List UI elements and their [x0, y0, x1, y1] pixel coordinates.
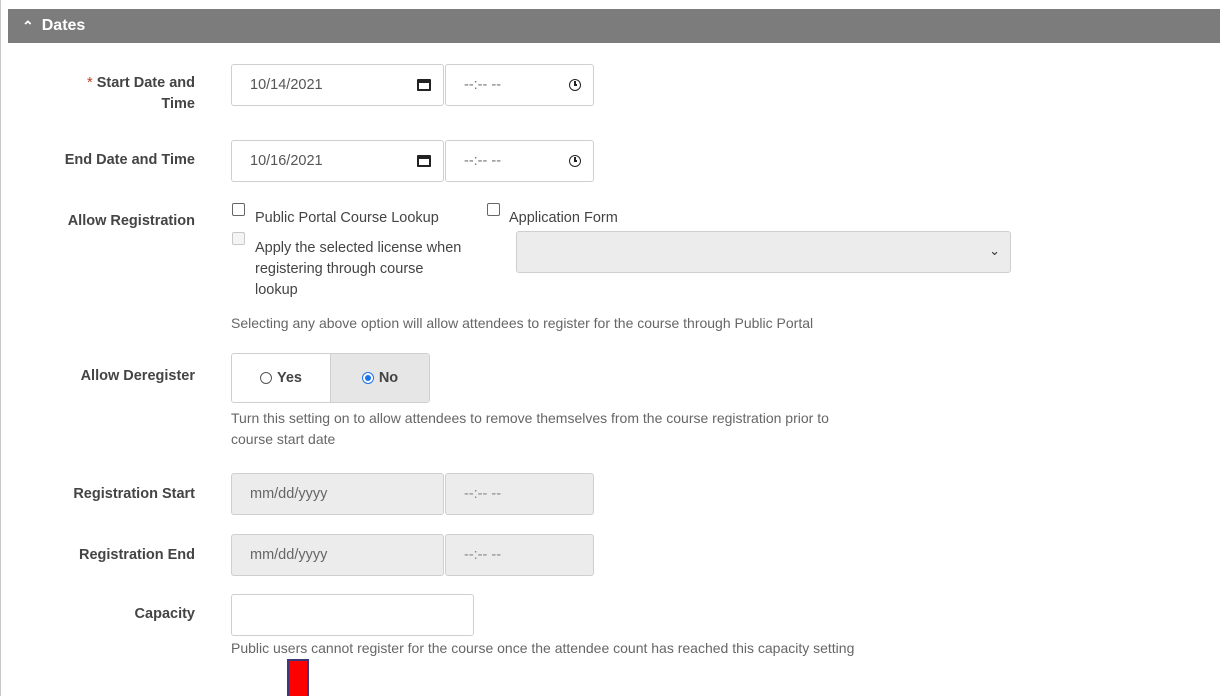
chevron-up-icon[interactable]: ⌃ — [22, 18, 34, 35]
allow-deregister-label: Allow Deregister — [80, 368, 195, 384]
allow-registration-label: Allow Registration — [67, 213, 195, 229]
registration-end-date-input[interactable]: mm/dd/yyyy — [231, 534, 444, 576]
start-date-label: * Start Date and Time — [87, 75, 195, 112]
application-form-checkbox[interactable] — [487, 203, 500, 216]
registration-start-date-input[interactable]: mm/dd/yyyy — [231, 473, 444, 515]
license-select[interactable]: ⌄ — [516, 231, 1011, 273]
red-marker — [287, 659, 309, 696]
clock-icon[interactable] — [569, 79, 581, 91]
apply-license-checkbox[interactable] — [232, 232, 245, 245]
clock-icon[interactable] — [569, 155, 581, 167]
deregister-radio-group: Yes No — [231, 353, 430, 403]
application-form-label: Application Form — [509, 210, 618, 226]
capacity-label: Capacity — [134, 606, 195, 622]
registration-start-label: Registration Start — [73, 486, 195, 502]
deregister-help-text: Turn this setting on to allow attendees … — [231, 410, 829, 447]
deregister-yes-option[interactable]: Yes — [232, 354, 330, 402]
required-marker: * — [87, 75, 93, 91]
capacity-help-text: Public users cannot register for the cou… — [231, 640, 855, 656]
end-date-label: End Date and Time — [64, 152, 195, 168]
deregister-no-option[interactable]: No — [330, 354, 429, 402]
registration-start-time-input[interactable]: --:-- -- — [445, 473, 594, 515]
end-time-input[interactable]: --:-- -- — [445, 140, 594, 182]
radio-no[interactable] — [361, 372, 374, 384]
start-date-input[interactable]: 10/14/2021 — [231, 64, 444, 106]
registration-end-label: Registration End — [78, 547, 195, 563]
start-time-input[interactable]: --:-- -- — [445, 64, 594, 106]
radio-yes[interactable] — [260, 372, 272, 384]
section-title: Dates — [41, 17, 86, 34]
end-date-input[interactable]: 10/16/2021 — [231, 140, 444, 182]
public-portal-label: Public Portal Course Lookup — [255, 210, 439, 226]
capacity-input[interactable] — [231, 594, 474, 636]
calendar-icon[interactable] — [417, 155, 431, 167]
chevron-down-icon: ⌄ — [989, 243, 1000, 258]
calendar-icon[interactable] — [417, 79, 431, 91]
public-portal-checkbox[interactable] — [232, 203, 245, 216]
registration-help-text: Selecting any above option will allow at… — [231, 315, 814, 331]
dates-section-header[interactable]: ⌃ Dates — [8, 9, 1220, 43]
apply-license-label: Apply the selected license when register… — [255, 240, 462, 298]
registration-end-time-input[interactable]: --:-- -- — [445, 534, 594, 576]
